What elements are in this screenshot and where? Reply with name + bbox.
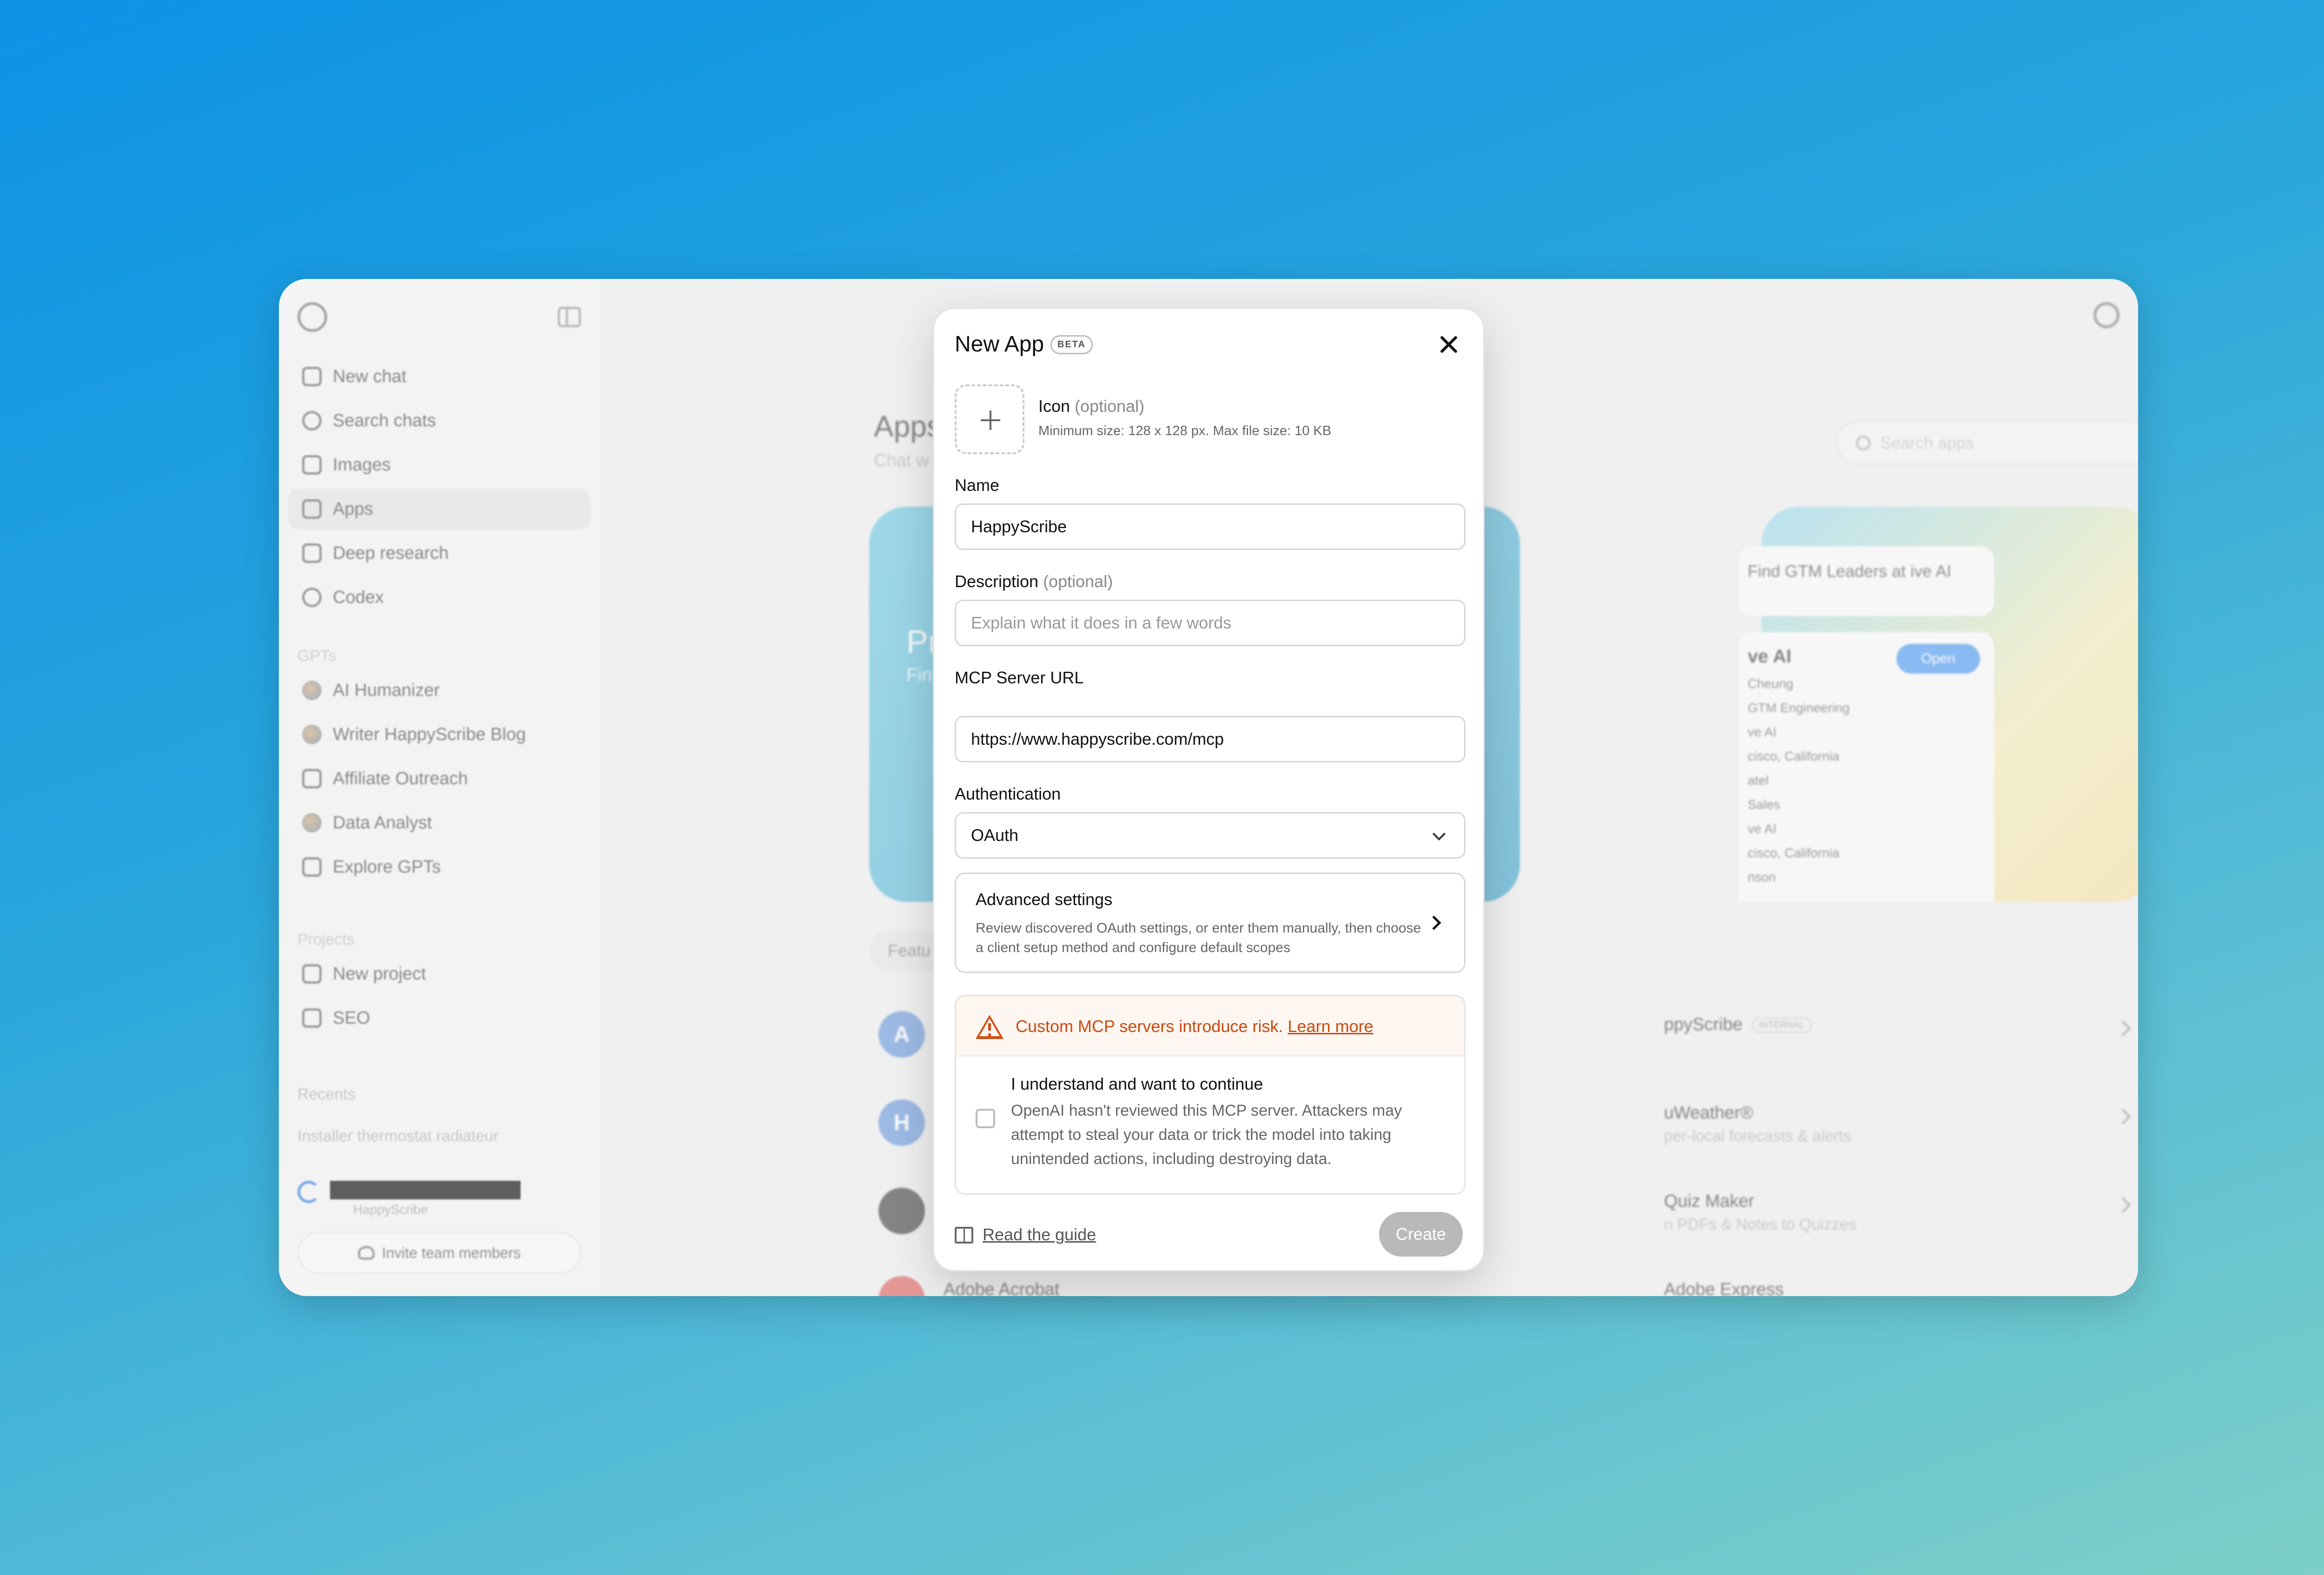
warning-mark <box>988 1023 991 1031</box>
icon-upload-button[interactable] <box>955 384 1024 454</box>
description-field[interactable] <box>955 600 1466 646</box>
warning-dot <box>988 1033 991 1036</box>
authentication-value: OAuth <box>971 826 1019 845</box>
learn-more-link[interactable]: Learn more <box>1288 1017 1373 1036</box>
icon-label-text: Icon <box>1038 397 1070 416</box>
risk-warning-panel: Custom MCP servers introduce risk. Learn… <box>955 995 1466 1195</box>
mcp-url-label: MCP Server URL <box>955 668 1084 687</box>
acknowledge-description: OpenAI hasn't reviewed this MCP server. … <box>1011 1102 1402 1168</box>
chevron-right-icon <box>1426 915 1441 930</box>
create-button[interactable]: Create <box>1379 1212 1463 1257</box>
authentication-select[interactable]: OAuth <box>955 812 1466 859</box>
warning-text: Custom MCP servers introduce risk. Learn… <box>1016 1017 1373 1036</box>
read-guide-link[interactable]: Read the guide <box>983 1225 1096 1244</box>
advanced-settings-title: Advanced settings <box>976 890 1113 909</box>
mcp-url-field[interactable] <box>955 716 1466 762</box>
advanced-settings-description: Review discovered OAuth settings, or ent… <box>976 920 1421 955</box>
chevron-down-icon <box>1432 827 1446 841</box>
beta-badge: BETA <box>1050 335 1093 354</box>
acknowledge-checkbox[interactable] <box>976 1109 995 1128</box>
icon-field-label: Icon (optional) <box>1038 397 1144 416</box>
optional-label: (optional) <box>1043 572 1113 591</box>
book-icon <box>955 1227 973 1244</box>
dialog-title: New App <box>955 332 1044 357</box>
description-label-text: Description <box>955 572 1039 591</box>
acknowledge-title: I understand and want to continue <box>1011 1074 1263 1093</box>
authentication-label: Authentication <box>955 784 1061 803</box>
description-label: Description (optional) <box>955 572 1113 591</box>
warning-banner: Custom MCP servers introduce risk. Learn… <box>956 996 1464 1057</box>
warning-message: Custom MCP servers introduce risk. <box>1016 1017 1283 1036</box>
name-label: Name <box>955 476 1000 495</box>
name-field[interactable] <box>955 503 1466 550</box>
close-icon[interactable] <box>1435 331 1463 358</box>
optional-label: (optional) <box>1075 397 1145 416</box>
new-app-dialog: New App BETA Icon (optional) Minimum siz… <box>933 308 1485 1271</box>
advanced-settings-button[interactable]: Advanced settings Review discovered OAut… <box>955 873 1466 973</box>
icon-size-hint: Minimum size: 128 x 128 px. Max file siz… <box>1038 424 1332 438</box>
